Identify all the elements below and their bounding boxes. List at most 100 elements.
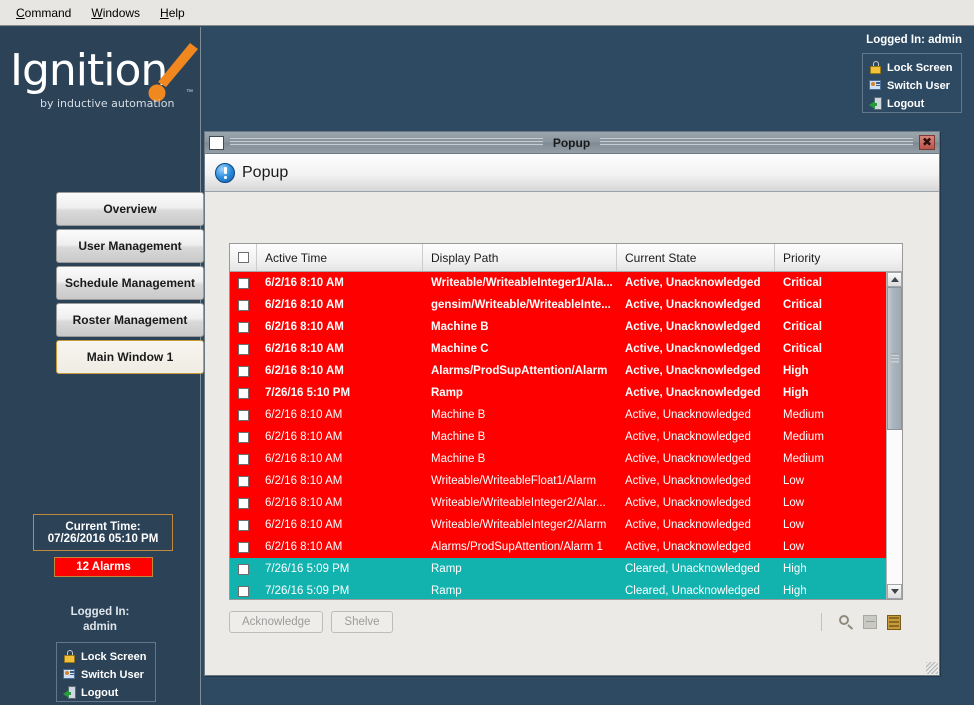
row-checkbox[interactable]: [238, 410, 249, 421]
cell-priority: Low: [775, 519, 881, 531]
logout-action-top[interactable]: Logout: [869, 95, 961, 112]
nav-button-main-window-1[interactable]: Main Window 1: [56, 340, 204, 374]
scrollbar-track[interactable]: [887, 287, 902, 584]
cell-priority: Low: [775, 541, 881, 553]
table-row[interactable]: 7/26/16 5:10 PMRampActive, Unacknowledge…: [230, 382, 886, 404]
nav-button-user-management[interactable]: User Management: [56, 229, 204, 263]
column-header-display-path[interactable]: Display Path: [423, 244, 617, 271]
table-row[interactable]: 6/2/16 8:10 AMAlarms/ProdSupAttention/Al…: [230, 536, 886, 558]
cell-current-state: Active, Unacknowledged: [617, 409, 775, 421]
table-row[interactable]: 6/2/16 8:10 AMMachine BActive, Unacknowl…: [230, 316, 886, 338]
row-checkbox[interactable]: [238, 564, 249, 575]
nav-label: User Management: [78, 239, 181, 253]
row-select-cell[interactable]: [230, 564, 257, 575]
notes-icon[interactable]: [862, 614, 879, 631]
column-header-active-time[interactable]: Active Time: [257, 244, 423, 271]
lock-screen-label: Lock Screen: [887, 62, 952, 74]
cell-priority: Medium: [775, 453, 881, 465]
cell-display-path: Ramp: [423, 585, 617, 597]
popup-window: Popup ✖ Popup Active Time Display Path C…: [204, 131, 940, 676]
column-header-priority[interactable]: Priority: [775, 244, 881, 271]
alarm-count-button[interactable]: 12 Alarms: [54, 557, 153, 577]
restore-window-button[interactable]: [209, 136, 224, 150]
table-row[interactable]: 6/2/16 8:10 AMWriteable/WriteableInteger…: [230, 492, 886, 514]
table-row[interactable]: 6/2/16 8:10 AMAlarms/ProdSupAttention/Al…: [230, 360, 886, 382]
switch-user-action-top[interactable]: Switch User: [869, 77, 961, 94]
nav-button-schedule-management[interactable]: Schedule Management: [56, 266, 204, 300]
table-row[interactable]: 6/2/16 8:10 AMWriteable/WriteableFloat1/…: [230, 470, 886, 492]
table-row[interactable]: 6/2/16 8:10 AMgensim/Writeable/Writeable…: [230, 294, 886, 316]
popup-resize-handle[interactable]: [926, 662, 938, 674]
row-select-cell[interactable]: [230, 344, 257, 355]
table-row[interactable]: 7/26/16 5:09 PMRampCleared, Unacknowledg…: [230, 580, 886, 599]
search-icon[interactable]: [838, 614, 855, 631]
menu-item-windows[interactable]: Windows: [81, 3, 150, 23]
row-select-cell[interactable]: [230, 366, 257, 377]
cell-priority: Critical: [775, 343, 881, 355]
scroll-down-button[interactable]: [887, 584, 902, 599]
row-select-cell[interactable]: [230, 542, 257, 553]
logout-action[interactable]: Logout: [63, 684, 155, 701]
menu-item-command[interactable]: Command: [6, 3, 81, 23]
row-select-cell[interactable]: [230, 498, 257, 509]
lock-screen-action-top[interactable]: Lock Screen: [869, 59, 961, 76]
left-nav-panel: Ignition by inductive automation ™ Overv…: [0, 27, 201, 705]
nav-button-roster-management[interactable]: Roster Management: [56, 303, 204, 337]
scrollbar-thumb[interactable]: [887, 287, 902, 430]
lock-screen-action[interactable]: Lock Screen: [63, 648, 155, 665]
table-vertical-scrollbar[interactable]: [886, 272, 902, 599]
row-checkbox[interactable]: [238, 388, 249, 399]
shelved-alarms-icon[interactable]: [886, 614, 903, 631]
row-checkbox[interactable]: [238, 344, 249, 355]
column-header-current-state[interactable]: Current State: [617, 244, 775, 271]
select-all-header[interactable]: [230, 244, 257, 271]
row-checkbox[interactable]: [238, 520, 249, 531]
row-select-cell[interactable]: [230, 388, 257, 399]
table-row[interactable]: 6/2/16 8:10 AMMachine CActive, Unacknowl…: [230, 338, 886, 360]
nav-label: Main Window 1: [87, 350, 174, 364]
popup-titlebar[interactable]: Popup ✖: [205, 132, 939, 154]
cell-active-time: 6/2/16 8:10 AM: [257, 343, 423, 355]
cell-active-time: 7/26/16 5:09 PM: [257, 563, 423, 575]
row-checkbox[interactable]: [238, 476, 249, 487]
close-icon[interactable]: ✖: [919, 135, 935, 150]
row-select-cell[interactable]: [230, 520, 257, 531]
row-checkbox[interactable]: [238, 454, 249, 465]
row-select-cell[interactable]: [230, 278, 257, 289]
table-row[interactable]: 6/2/16 8:10 AMMachine BActive, Unacknowl…: [230, 448, 886, 470]
menu-item-help[interactable]: Help: [150, 3, 195, 23]
cell-display-path: Machine B: [423, 453, 617, 465]
cell-display-path: Writeable/WriteableInteger2/Alar...: [423, 497, 617, 509]
nav-button-overview[interactable]: Overview: [56, 192, 204, 226]
row-checkbox[interactable]: [238, 498, 249, 509]
row-checkbox[interactable]: [238, 586, 249, 597]
select-all-checkbox[interactable]: [238, 252, 249, 263]
switch-user-action[interactable]: Switch User: [63, 666, 155, 683]
cell-current-state: Active, Unacknowledged: [617, 365, 775, 377]
row-checkbox[interactable]: [238, 322, 249, 333]
row-select-cell[interactable]: [230, 300, 257, 311]
table-row[interactable]: 7/26/16 5:09 PMRampCleared, Unacknowledg…: [230, 558, 886, 580]
row-checkbox[interactable]: [238, 300, 249, 311]
row-checkbox[interactable]: [238, 432, 249, 443]
table-row[interactable]: 6/2/16 8:10 AMMachine BActive, Unacknowl…: [230, 426, 886, 448]
row-select-cell[interactable]: [230, 586, 257, 597]
row-select-cell[interactable]: [230, 410, 257, 421]
acknowledge-button[interactable]: Acknowledge: [229, 611, 323, 633]
table-row[interactable]: 6/2/16 8:10 AMWriteable/WriteableInteger…: [230, 272, 886, 294]
logo-tagline: by inductive automation: [40, 97, 174, 110]
cell-current-state: Active, Unacknowledged: [617, 497, 775, 509]
row-select-cell[interactable]: [230, 432, 257, 443]
row-checkbox[interactable]: [238, 542, 249, 553]
row-select-cell[interactable]: [230, 454, 257, 465]
scroll-up-button[interactable]: [887, 272, 902, 287]
row-select-cell[interactable]: [230, 476, 257, 487]
cell-current-state: Cleared, Unacknowledged: [617, 563, 775, 575]
table-row[interactable]: 6/2/16 8:10 AMWriteable/WriteableInteger…: [230, 514, 886, 536]
shelve-button[interactable]: Shelve: [331, 611, 392, 633]
row-select-cell[interactable]: [230, 322, 257, 333]
row-checkbox[interactable]: [238, 366, 249, 377]
cell-active-time: 7/26/16 5:10 PM: [257, 387, 423, 399]
table-row[interactable]: 6/2/16 8:10 AMMachine BActive, Unacknowl…: [230, 404, 886, 426]
row-checkbox[interactable]: [238, 278, 249, 289]
